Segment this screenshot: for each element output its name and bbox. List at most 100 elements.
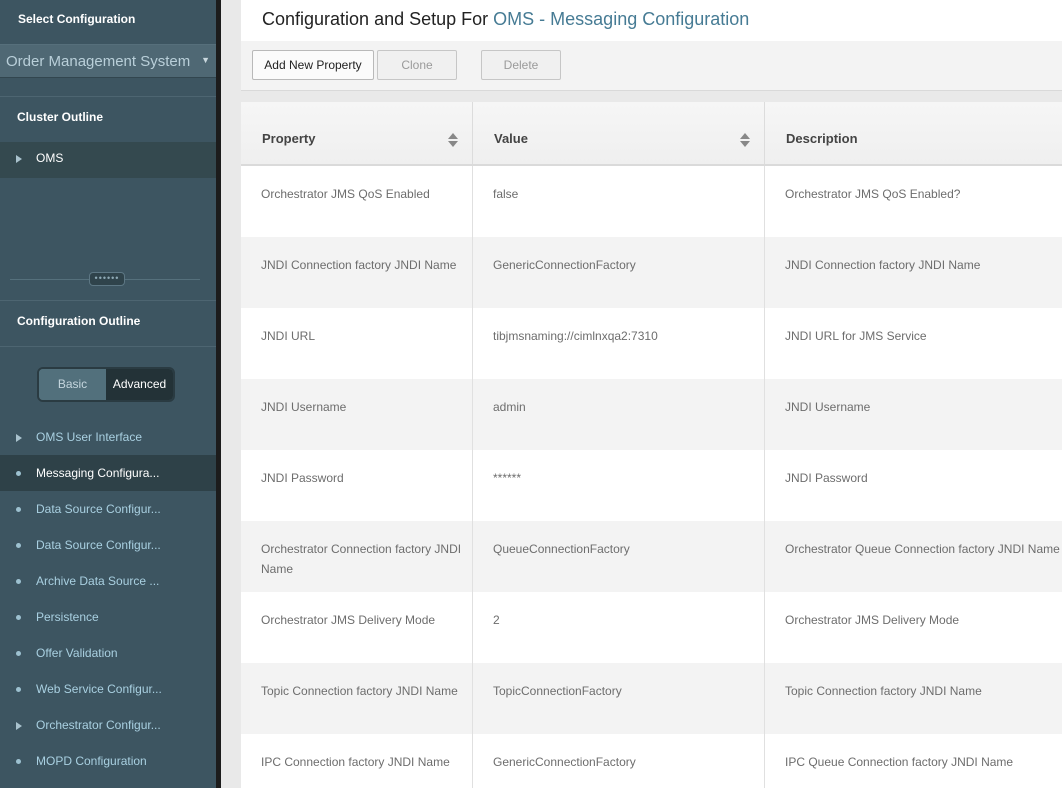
nav-item-archive-data-source[interactable]: Archive Data Source ... [0, 563, 216, 599]
page-title-highlight: OMS - Messaging Configuration [493, 9, 750, 29]
column-header-property[interactable]: Property [241, 102, 473, 164]
bullet-icon [16, 759, 21, 765]
nav-item-messaging-configuration[interactable]: Messaging Configura... [0, 455, 216, 491]
bullet-icon [16, 651, 21, 657]
cell-description[interactable]: JNDI Connection factory JNDI Name [765, 237, 1062, 308]
table-row[interactable]: Orchestrator Connection factory JNDI Nam… [241, 521, 1062, 592]
nav-item-mopd-configuration[interactable]: MOPD Configuration [0, 743, 216, 779]
page-title-prefix: Configuration and Setup For [262, 9, 489, 29]
dropdown-caret-icon: ▼ [201, 55, 210, 65]
cell-property[interactable]: JNDI Password [241, 450, 473, 521]
cell-value[interactable]: QueueConnectionFactory [473, 521, 765, 592]
nav-item-label: Persistence [36, 610, 99, 624]
nav-item-label: MOPD Configuration [36, 754, 147, 768]
cell-value[interactable]: admin [473, 379, 765, 450]
cell-property[interactable]: Orchestrator Connection factory JNDI Nam… [241, 521, 473, 592]
bullet-icon [16, 507, 21, 513]
table-row[interactable]: IPC Connection factory JNDI Name Generic… [241, 734, 1062, 788]
sidebar: Select Configuration Order Management Sy… [0, 0, 216, 788]
expand-triangle-icon [16, 721, 22, 730]
nav-item-oms-user-interface[interactable]: OMS User Interface [0, 419, 216, 455]
configuration-nav-list: OMS User Interface Messaging Configura..… [0, 419, 216, 779]
table-row[interactable]: Orchestrator JMS Delivery Mode 2 Orchest… [241, 592, 1062, 663]
sort-icon[interactable] [448, 133, 458, 147]
nav-item-label: Web Service Configur... [36, 682, 162, 696]
sort-icon[interactable] [740, 133, 750, 147]
cell-property[interactable]: IPC Connection factory JNDI Name [241, 734, 473, 788]
cell-value[interactable]: false [473, 166, 765, 237]
toolbar: Add New Property Clone Delete [241, 41, 1062, 91]
basic-advanced-toggle[interactable]: Basic Advanced [37, 367, 175, 402]
nav-item-persistence[interactable]: Persistence [0, 599, 216, 635]
add-new-property-button[interactable]: Add New Property [252, 50, 374, 80]
splitter-handle[interactable]: •••••• [89, 272, 125, 286]
bullet-icon [16, 615, 21, 621]
configuration-select-value: Order Management System [6, 53, 191, 70]
nav-item-orchestrator-configuration[interactable]: Orchestrator Configur... [0, 707, 216, 743]
nav-item-label: Archive Data Source ... [36, 574, 160, 588]
configuration-outline-title: Configuration Outline [0, 300, 216, 347]
toggle-advanced[interactable]: Advanced [106, 369, 173, 400]
cell-description[interactable]: JNDI Username [765, 379, 1062, 450]
cell-value[interactable]: tibjmsnaming://cimlnxqa2:7310 [473, 308, 765, 379]
cell-description[interactable]: Orchestrator Queue Connection factory JN… [765, 521, 1062, 592]
nav-item-offer-validation[interactable]: Offer Validation [0, 635, 216, 671]
table-body: Orchestrator JMS QoS Enabled false Orche… [241, 166, 1062, 788]
table-row[interactable]: JNDI Username admin JNDI Username [241, 379, 1062, 450]
table-row[interactable]: JNDI Connection factory JNDI Name Generi… [241, 237, 1062, 308]
main-content: Configuration and Setup For OMS - Messag… [221, 0, 1062, 788]
properties-table: Property Value Description Orchestrator … [241, 102, 1062, 788]
cell-property[interactable]: JNDI Connection factory JNDI Name [241, 237, 473, 308]
nav-item-label: Data Source Configur... [36, 502, 161, 516]
table-row[interactable]: Orchestrator JMS QoS Enabled false Orche… [241, 166, 1062, 237]
cell-description[interactable]: Orchestrator JMS Delivery Mode [765, 592, 1062, 663]
column-header-description[interactable]: Description [765, 102, 1062, 164]
cluster-item-label: OMS [36, 151, 64, 165]
column-header-label: Description [786, 131, 858, 146]
cell-value[interactable]: TopicConnectionFactory [473, 663, 765, 734]
cell-description[interactable]: Orchestrator JMS QoS Enabled? [765, 166, 1062, 237]
bullet-icon [16, 543, 21, 549]
select-configuration-title: Select Configuration [18, 12, 136, 26]
clone-button[interactable]: Clone [377, 50, 457, 80]
nav-item-data-source-configuration-2[interactable]: Data Source Configur... [0, 527, 216, 563]
bullet-icon [16, 471, 21, 477]
page-title: Configuration and Setup For OMS - Messag… [241, 0, 1062, 41]
table-header: Property Value Description [241, 102, 1062, 166]
cell-description[interactable]: JNDI URL for JMS Service [765, 308, 1062, 379]
expand-triangle-icon [16, 433, 22, 442]
table-row[interactable]: Topic Connection factory JNDI Name Topic… [241, 663, 1062, 734]
expand-triangle-icon[interactable] [16, 154, 22, 163]
nav-item-label: Offer Validation [36, 646, 118, 660]
cell-value[interactable]: 2 [473, 592, 765, 663]
nav-item-label: Messaging Configura... [36, 466, 160, 480]
column-header-label: Property [262, 131, 316, 146]
cell-description[interactable]: IPC Queue Connection factory JNDI Name [765, 734, 1062, 788]
bullet-icon [16, 579, 21, 585]
nav-item-label: Data Source Configur... [36, 538, 161, 552]
cell-property[interactable]: Orchestrator JMS Delivery Mode [241, 592, 473, 663]
cell-property[interactable]: JNDI URL [241, 308, 473, 379]
nav-item-label: OMS User Interface [36, 430, 143, 444]
cell-description[interactable]: Topic Connection factory JNDI Name [765, 663, 1062, 734]
table-row[interactable]: JNDI Password ****** JNDI Password [241, 450, 1062, 521]
cell-value[interactable]: GenericConnectionFactory [473, 237, 765, 308]
cell-property[interactable]: Orchestrator JMS QoS Enabled [241, 166, 473, 237]
nav-item-label: Orchestrator Configur... [36, 718, 161, 732]
column-header-value[interactable]: Value [473, 102, 765, 164]
cell-property[interactable]: Topic Connection factory JNDI Name [241, 663, 473, 734]
nav-item-data-source-configuration-1[interactable]: Data Source Configur... [0, 491, 216, 527]
column-header-label: Value [494, 131, 528, 146]
delete-button[interactable]: Delete [481, 50, 561, 80]
configuration-select[interactable]: Order Management System ▼ [0, 44, 216, 78]
toggle-basic[interactable]: Basic [39, 369, 106, 400]
bullet-icon [16, 687, 21, 693]
cell-property[interactable]: JNDI Username [241, 379, 473, 450]
cell-value[interactable]: ****** [473, 450, 765, 521]
cell-description[interactable]: JNDI Password [765, 450, 1062, 521]
nav-item-web-service-configuration[interactable]: Web Service Configur... [0, 671, 216, 707]
cluster-outline-title: Cluster Outline [0, 96, 216, 142]
cell-value[interactable]: GenericConnectionFactory [473, 734, 765, 788]
table-row[interactable]: JNDI URL tibjmsnaming://cimlnxqa2:7310 J… [241, 308, 1062, 379]
cluster-item-oms[interactable]: OMS [0, 142, 216, 178]
